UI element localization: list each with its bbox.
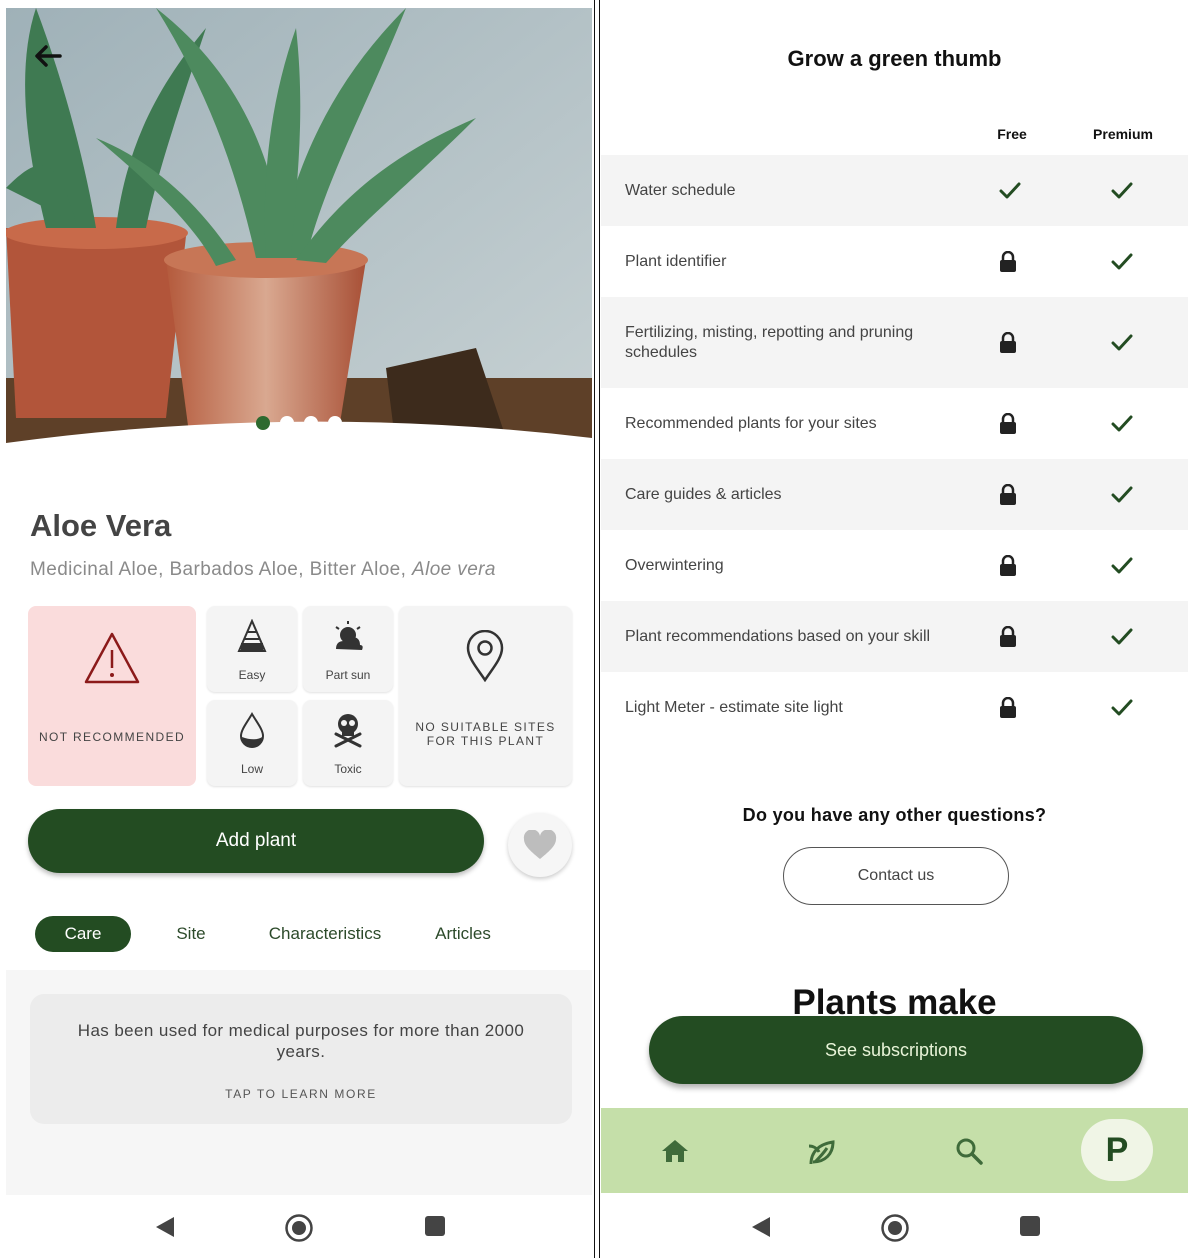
back-triangle-icon[interactable]: [749, 1215, 773, 1239]
feature-name: Recommended plants for your sites: [625, 414, 877, 432]
care-tab-content: Has been used for medical purposes for m…: [6, 970, 592, 1195]
lock-icon: [999, 672, 1017, 743]
check-icon: [1111, 459, 1133, 530]
care-fact-card[interactable]: Has been used for medical purposes for m…: [30, 994, 572, 1124]
not-recommended-card[interactable]: NOT RECOMMENDED: [28, 606, 196, 786]
feature-name: Care guides & articles: [625, 485, 782, 503]
aloe-photo: [6, 8, 592, 463]
heart-icon: [523, 830, 557, 859]
plant-detail-screen: Aloe Vera Medicinal Aloe, Barbados Aloe,…: [6, 8, 592, 1258]
carousel-dot[interactable]: [328, 416, 342, 430]
feature-name: Light Meter - estimate site light: [625, 698, 843, 716]
profile-icon[interactable]: P: [1081, 1119, 1153, 1181]
add-plant-button[interactable]: Add plant: [28, 809, 484, 873]
see-subscriptions-button[interactable]: See subscriptions: [649, 1016, 1143, 1084]
back-arrow-icon[interactable]: [28, 36, 68, 76]
table-row: Care guides & articles: [601, 459, 1188, 530]
part-sun-icon: [303, 614, 393, 658]
check-icon: [1111, 672, 1133, 743]
plant-leaf-icon[interactable]: [805, 1136, 839, 1168]
contact-us-button[interactable]: Contact us: [783, 847, 1009, 905]
check-icon: [1111, 388, 1133, 459]
favorite-button[interactable]: [508, 813, 572, 877]
table-row: Water schedule: [601, 155, 1188, 226]
column-header-free: Free: [997, 126, 1027, 142]
home-icon[interactable]: [661, 1138, 689, 1164]
tab-articles[interactable]: Articles: [428, 916, 498, 952]
carousel-dots: [256, 416, 342, 430]
home-circle-icon[interactable]: [284, 1213, 314, 1243]
latin-name: Aloe vera: [412, 559, 496, 580]
light-label: Part sun: [325, 668, 371, 682]
recents-square-icon[interactable]: [1019, 1215, 1041, 1237]
check-icon: [999, 155, 1021, 226]
plant-name: Aloe Vera: [30, 508, 172, 543]
tab-site[interactable]: Site: [166, 916, 216, 952]
warning-triangle-icon: [84, 632, 140, 684]
app-bottom-navigation: P: [601, 1108, 1188, 1193]
plant-photo-carousel[interactable]: [6, 8, 592, 463]
feature-name: Overwintering: [625, 556, 724, 574]
suitable-sites-card[interactable]: NO SUITABLE SITES FOR THIS PLANT: [399, 606, 572, 786]
table-row: Plant identifier: [601, 226, 1188, 297]
skull-crossbones-icon: [303, 708, 393, 752]
tab-care[interactable]: Care: [35, 916, 131, 952]
water-label: Low: [240, 762, 263, 776]
toxicity-card[interactable]: Toxic: [303, 700, 393, 786]
check-icon: [1111, 297, 1133, 388]
feature-name: Plant recommendations based on your skil…: [625, 627, 931, 645]
system-nav-bar: [601, 1195, 1188, 1258]
feature-name: Plant identifier: [625, 252, 727, 270]
system-nav-bar: [6, 1195, 592, 1258]
learn-more-link[interactable]: TAP TO LEARN MORE: [30, 1087, 572, 1101]
back-triangle-icon[interactable]: [153, 1215, 177, 1239]
lock-icon: [999, 601, 1017, 672]
home-circle-icon[interactable]: [880, 1213, 910, 1243]
table-row: Fertilizing, misting, repotting and prun…: [601, 297, 1188, 388]
feature-name: Water schedule: [625, 181, 736, 199]
location-pin-icon: [466, 630, 504, 682]
warning-label: NOT RECOMMENDED: [38, 730, 186, 744]
difficulty-label: Easy: [238, 668, 266, 682]
lock-icon: [999, 297, 1017, 388]
tab-characteristics[interactable]: Characteristics: [260, 916, 390, 952]
feature-name: Fertilizing, misting, repotting and prun…: [625, 323, 914, 361]
check-icon: [1111, 226, 1133, 297]
fact-text: Has been used for medical purposes for m…: [77, 1021, 525, 1061]
common-names-text: Medicinal Aloe, Barbados Aloe, Bitter Al…: [30, 559, 407, 580]
table-row: Plant recommendations based on your skil…: [601, 601, 1188, 672]
toxicity-label: Toxic: [334, 762, 362, 776]
sites-label: NO SUITABLE SITES FOR THIS PLANT: [415, 720, 556, 748]
premium-comparison-screen: Grow a green thumb Free Premium Water sc…: [601, 8, 1188, 1258]
check-icon: [1111, 530, 1133, 601]
questions-heading: Do you have any other questions?: [742, 805, 1047, 825]
search-icon[interactable]: [955, 1137, 983, 1165]
difficulty-pyramid-icon: [207, 614, 297, 658]
detail-tabs: Care Site Characteristics Articles: [34, 916, 564, 952]
carousel-dot[interactable]: [304, 416, 318, 430]
water-card[interactable]: Low: [207, 700, 297, 786]
difficulty-card[interactable]: Easy: [207, 606, 297, 692]
check-icon: [1111, 155, 1133, 226]
column-header-premium: Premium: [1093, 126, 1153, 142]
lock-icon: [999, 530, 1017, 601]
table-row: Recommended plants for your sites: [601, 388, 1188, 459]
plant-common-names: Medicinal Aloe, Barbados Aloe, Bitter Al…: [30, 559, 496, 581]
recents-square-icon[interactable]: [424, 1215, 446, 1237]
water-drop-icon: [207, 708, 297, 752]
table-row: Light Meter - estimate site light: [601, 672, 1188, 743]
carousel-dot-active[interactable]: [256, 416, 270, 430]
carousel-dot[interactable]: [280, 416, 294, 430]
lock-icon: [999, 388, 1017, 459]
light-card[interactable]: Part sun: [303, 606, 393, 692]
screenshot-divider: [594, 0, 600, 1258]
lock-icon: [999, 226, 1017, 297]
check-icon: [1111, 601, 1133, 672]
page-title: Grow a green thumb: [787, 46, 1002, 71]
lock-icon: [999, 459, 1017, 530]
table-row: Overwintering: [601, 530, 1188, 601]
